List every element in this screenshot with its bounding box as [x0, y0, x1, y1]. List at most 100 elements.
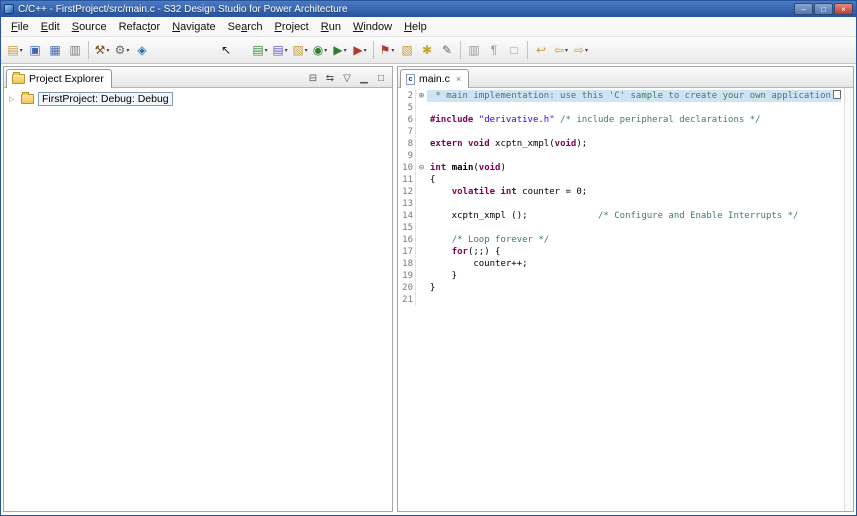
line-number[interactable]: 6	[398, 114, 416, 126]
menu-window[interactable]: Window	[347, 19, 398, 35]
expander-icon[interactable]: ▷	[9, 95, 17, 103]
line-number[interactable]: 18	[398, 258, 416, 270]
minimize-button[interactable]: –	[794, 3, 813, 15]
external-tools-icon[interactable]: ⚑▾	[377, 40, 397, 61]
code-line[interactable]: 2⊕ * main implementation: use this 'C' s…	[398, 90, 844, 102]
code-line[interactable]: 13	[398, 198, 844, 210]
line-number[interactable]: 10	[398, 162, 416, 174]
line-number[interactable]: 7	[398, 126, 416, 138]
code-text[interactable]	[427, 222, 430, 234]
code-line[interactable]: 15	[398, 222, 844, 234]
code-text[interactable]: for(;;) {	[427, 246, 500, 258]
menu-file[interactable]: File	[5, 19, 35, 35]
overview-ruler[interactable]	[844, 88, 853, 511]
code-text[interactable]: extern void xcptn_xmpl(void);	[427, 138, 587, 150]
code-text[interactable]: xcptn_xmpl (); /* Configure and Enable I…	[427, 210, 798, 222]
code-text[interactable]: }	[427, 270, 457, 282]
code-line[interactable]: 6 #include "derivative.h" /* include peri…	[398, 114, 844, 126]
flash-programmer-icon[interactable]: ◈	[132, 40, 152, 61]
forward-icon[interactable]: ⇨▾	[571, 40, 591, 61]
code-text[interactable]: counter++;	[427, 258, 528, 270]
print-icon[interactable]: ▥	[65, 40, 85, 61]
link-with-editor-icon[interactable]: ⇆	[323, 73, 337, 84]
code-line[interactable]: 14 xcptn_xmpl (); /* Configure and Enabl…	[398, 210, 844, 222]
mark-occurrences-icon[interactable]: ▥	[464, 40, 484, 61]
menu-refactor[interactable]: Refactor	[113, 19, 167, 35]
minimize-view-icon[interactable]: ▁	[357, 73, 371, 84]
menu-project[interactable]: Project	[269, 19, 315, 35]
build-all-icon[interactable]: ⚒▾	[92, 40, 112, 61]
tab-close-icon[interactable]: ×	[456, 74, 461, 84]
code-line[interactable]: 18 counter++;	[398, 258, 844, 270]
code-text[interactable]: * main implementation: use this 'C' samp…	[427, 90, 841, 102]
line-number[interactable]: 5	[398, 102, 416, 114]
close-button[interactable]: ×	[834, 3, 853, 15]
code-line[interactable]: 8extern void xcptn_xmpl(void);	[398, 138, 844, 150]
code-line[interactable]: 17 for(;;) {	[398, 246, 844, 258]
code-text[interactable]	[427, 102, 430, 114]
code-line[interactable]: 16 /* Loop forever */	[398, 234, 844, 246]
line-number[interactable]: 21	[398, 294, 416, 306]
code-line[interactable]: 5	[398, 102, 844, 114]
code-line[interactable]: 12 volatile int counter = 0;	[398, 186, 844, 198]
line-number[interactable]: 16	[398, 234, 416, 246]
open-resource-icon[interactable]: ▧	[397, 40, 417, 61]
line-number[interactable]: 12	[398, 186, 416, 198]
code-area[interactable]: 2⊕ * main implementation: use this 'C' s…	[398, 88, 844, 511]
fold-marker-icon[interactable]: ⊕	[416, 90, 427, 102]
line-number[interactable]: 2	[398, 90, 416, 102]
code-text[interactable]: volatile int counter = 0;	[427, 186, 587, 198]
new-folder-icon[interactable]: ▧▾	[290, 40, 310, 61]
line-number[interactable]: 11	[398, 174, 416, 186]
line-number[interactable]: 13	[398, 198, 416, 210]
toggle-block-selection-icon[interactable]: □	[504, 40, 524, 61]
maximize-button[interactable]: □	[814, 3, 833, 15]
select-tool-icon[interactable]: ↖	[216, 40, 236, 61]
new-wizard-icon[interactable]: ▤▾	[5, 40, 25, 61]
menu-edit[interactable]: Edit	[35, 19, 66, 35]
magic-wand-icon[interactable]: ✱	[417, 40, 437, 61]
code-line[interactable]: 21	[398, 294, 844, 306]
line-number[interactable]: 9	[398, 150, 416, 162]
menu-search[interactable]: Search	[222, 19, 269, 35]
last-edit-location-icon[interactable]: ↩	[531, 40, 551, 61]
code-text[interactable]: int main(void)	[427, 162, 506, 174]
build-config-icon[interactable]: ⚙▾	[112, 40, 132, 61]
code-line[interactable]: 9	[398, 150, 844, 162]
back-icon[interactable]: ⇦▾	[551, 40, 571, 61]
menu-navigate[interactable]: Navigate	[166, 19, 221, 35]
collapsed-region-box[interactable]	[833, 90, 841, 99]
run-icon[interactable]: ▶▾	[330, 40, 350, 61]
code-text[interactable]	[427, 198, 430, 210]
line-number[interactable]: 14	[398, 210, 416, 222]
tree-item-project[interactable]: ▷FirstProject: Debug: Debug	[6, 91, 390, 107]
line-number[interactable]: 17	[398, 246, 416, 258]
code-text[interactable]: #include "derivative.h" /* include perip…	[427, 114, 761, 126]
tab-project-explorer[interactable]: Project Explorer	[6, 69, 112, 88]
profile-icon[interactable]: ▶▾	[350, 40, 370, 61]
new-c-project-icon[interactable]: ▤▾	[250, 40, 270, 61]
pencil-icon[interactable]: ✎	[437, 40, 457, 61]
save-all-icon[interactable]: ▦	[45, 40, 65, 61]
code-line[interactable]: 19 }	[398, 270, 844, 282]
menu-source[interactable]: Source	[66, 19, 113, 35]
code-text[interactable]: {	[427, 174, 435, 186]
show-whitespace-icon[interactable]: ¶	[484, 40, 504, 61]
code-line[interactable]: 20}	[398, 282, 844, 294]
code-text[interactable]: }	[427, 282, 435, 294]
code-text[interactable]	[427, 294, 430, 306]
fold-marker-icon[interactable]: ⊖	[416, 162, 427, 174]
debug-icon[interactable]: ◉▾	[310, 40, 330, 61]
save-icon[interactable]: ▣	[25, 40, 45, 61]
code-text[interactable]: /* Loop forever */	[427, 234, 549, 246]
code-text[interactable]	[427, 126, 430, 138]
menu-run[interactable]: Run	[315, 19, 347, 35]
collapse-all-icon[interactable]: ⊟	[306, 73, 320, 84]
view-menu-icon[interactable]: ▽	[340, 73, 354, 84]
line-number[interactable]: 15	[398, 222, 416, 234]
code-line[interactable]: 7	[398, 126, 844, 138]
menu-help[interactable]: Help	[398, 19, 433, 35]
code-line[interactable]: 11 {	[398, 174, 844, 186]
code-line[interactable]: 10⊖int main(void)	[398, 162, 844, 174]
tab-main-c[interactable]: c main.c ×	[400, 69, 469, 88]
